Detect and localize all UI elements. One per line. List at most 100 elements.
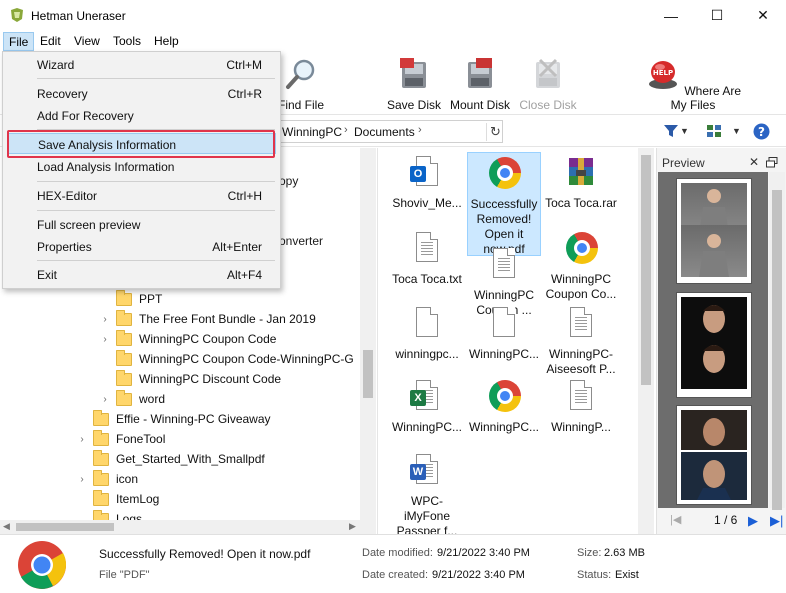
find-file-button[interactable]: Find File (274, 56, 328, 112)
tree-item-label: WinningPC Coupon Code-WinningPC-G (139, 352, 354, 366)
file-item[interactable]: Toca Toca.txt (390, 228, 464, 287)
tree-hscroll-thumb[interactable] (16, 523, 114, 531)
mount-disk-button[interactable]: Mount Disk (447, 56, 513, 112)
file-item[interactable]: X WinningPC... (390, 376, 464, 435)
files-scroll-thumb[interactable] (641, 155, 651, 385)
tree-item[interactable]: WinningPC Discount Code (98, 369, 281, 389)
menu-item-wizard[interactable]: Wizard Ctrl+M (8, 54, 276, 75)
menu-item-recovery[interactable]: Recovery Ctrl+R (8, 83, 276, 104)
file-item[interactable]: WinningPC... (467, 303, 541, 362)
tree-scroll-thumb[interactable] (363, 350, 373, 398)
where-are-my-files-label: Where Are My Files (670, 84, 742, 112)
menu-item-hex-editor[interactable]: HEX-Editor Ctrl+H (8, 185, 276, 206)
chrome-file-icon (487, 157, 521, 195)
first-page-icon[interactable]: |◀ (670, 513, 681, 526)
tree-item[interactable]: Get_Started_With_Smallpdf (75, 449, 265, 469)
menu-item-properties[interactable]: Properties Alt+Enter (8, 236, 276, 257)
menu-file[interactable]: File (3, 32, 35, 51)
folder-icon (93, 409, 109, 426)
tree-chevron[interactable]: › (75, 474, 89, 485)
file-name: WinningPC-Aiseesoft P... (546, 347, 616, 376)
preview-scroll-thumb[interactable] (772, 190, 782, 510)
filter-icon[interactable] (663, 124, 679, 138)
file-item[interactable]: WinningP... (544, 376, 618, 435)
view-dropdown-icon[interactable]: ▼ (732, 126, 741, 136)
tree-item[interactable]: › FoneTool (75, 429, 165, 449)
help-button-icon: HELP (648, 61, 677, 89)
blank-file-icon (487, 307, 521, 345)
tree-item-label: ItemLog (116, 492, 160, 506)
minimize-button[interactable]: — (648, 0, 694, 31)
file-item[interactable]: WinningPC... (467, 376, 541, 435)
close-disk-button[interactable]: Close Disk (518, 56, 578, 112)
file-item[interactable]: WinningPC-Aiseesoft P... (544, 303, 618, 377)
menu-item-exit[interactable]: Exit Alt+F4 (8, 264, 276, 285)
menu-tools[interactable]: Tools (108, 32, 146, 51)
menu-item-add-for-recovery[interactable]: Add For Recovery (8, 105, 276, 126)
tree-item[interactable]: › icon (75, 469, 138, 489)
undock-icon[interactable] (766, 157, 778, 168)
menu-edit[interactable]: Edit (35, 32, 66, 51)
where-are-my-files-button[interactable]: HELP Where Are My Files (640, 56, 746, 112)
svg-text:?: ? (758, 125, 765, 139)
tree-item[interactable]: › WinningPC Coupon Code (98, 329, 276, 349)
file-name: WinningPC... (468, 420, 540, 434)
menu-item-full-screen-preview[interactable]: Full screen preview (8, 214, 276, 235)
tree-item-label: FoneTool (116, 432, 166, 446)
breadcrumb[interactable]: WinningPC › Documents › (270, 120, 503, 143)
preview-photo (681, 410, 747, 450)
date-created-label: Date created: (362, 569, 429, 581)
scroll-left-icon[interactable]: ◀ (3, 521, 10, 532)
tree-vertical-scrollbar[interactable] (360, 148, 376, 520)
menu-item-load-analysis[interactable]: Load Analysis Information (8, 156, 276, 177)
tree-item-label: Get_Started_With_Smallpdf (116, 452, 265, 466)
close-button[interactable]: ✕ (740, 0, 786, 31)
tree-chevron[interactable]: › (98, 394, 112, 405)
tree-chevron[interactable]: › (98, 314, 112, 325)
menu-separator (37, 181, 275, 182)
refresh-icon[interactable]: ↻ (486, 123, 504, 141)
file-item[interactable]: W WPC-iMyFone Passper f... (390, 450, 464, 539)
next-page-icon[interactable]: ▶ (748, 513, 758, 529)
tree-item[interactable]: WinningPC Coupon Code-WinningPC-G (98, 349, 354, 369)
file-item[interactable]: WinningPC Coupon Co... (544, 228, 618, 302)
help-icon[interactable]: ? (753, 123, 770, 140)
breadcrumb-winningpc[interactable]: WinningPC (282, 125, 342, 139)
file-status-label: Status: (577, 569, 612, 581)
tree-item[interactable]: › word (98, 389, 165, 409)
view-mode-icon[interactable] (706, 124, 722, 138)
preview-close-icon[interactable]: ✕ (749, 155, 759, 169)
date-modified-label: Date modified: (362, 547, 433, 559)
maximize-button[interactable]: ☐ (694, 0, 740, 31)
outlook-file-icon: O (410, 156, 444, 194)
tree-item-label: Effie - Winning-PC Giveaway (116, 412, 271, 426)
file-name: Toca Toca.txt (392, 272, 462, 286)
breadcrumb-documents[interactable]: Documents (354, 125, 415, 139)
save-disk-button[interactable]: Save Disk (386, 56, 442, 112)
word-file-icon: W (410, 454, 444, 492)
date-modified-value: 9/21/2022 3:40 PM (437, 547, 530, 559)
file-list[interactable]: O Shoviv_Me... Successfully Removed! Ope… (377, 148, 655, 538)
tree-item[interactable]: Effie - Winning-PC Giveaway (75, 409, 271, 429)
menu-help[interactable]: Help (149, 32, 184, 51)
filter-dropdown-icon[interactable]: ▼ (680, 126, 689, 136)
file-item[interactable]: winningpc... (390, 303, 464, 362)
folder-icon (93, 469, 109, 486)
menu-view[interactable]: View (69, 32, 105, 51)
tree-item[interactable]: PPT (98, 289, 162, 309)
file-item[interactable]: O Shoviv_Me... (390, 152, 464, 211)
scroll-right-icon[interactable]: ▶ (349, 521, 356, 532)
close-disk-icon (536, 58, 560, 88)
magnifier-icon (286, 59, 315, 89)
tree-item-label: icon (116, 472, 139, 486)
last-page-icon[interactable]: ▶| (770, 513, 783, 529)
folder-icon (116, 369, 132, 386)
tree-chevron[interactable]: › (75, 434, 89, 445)
tree-item-label: word (139, 392, 166, 406)
file-item[interactable]: Toca Toca.rar (544, 152, 618, 211)
chrome-file-icon (564, 232, 598, 270)
close-disk-label: Close Disk (519, 98, 577, 112)
tree-item[interactable]: ItemLog (75, 489, 159, 509)
tree-chevron[interactable]: › (98, 334, 112, 345)
tree-item[interactable]: › The Free Font Bundle - Jan 2019 (98, 309, 316, 329)
